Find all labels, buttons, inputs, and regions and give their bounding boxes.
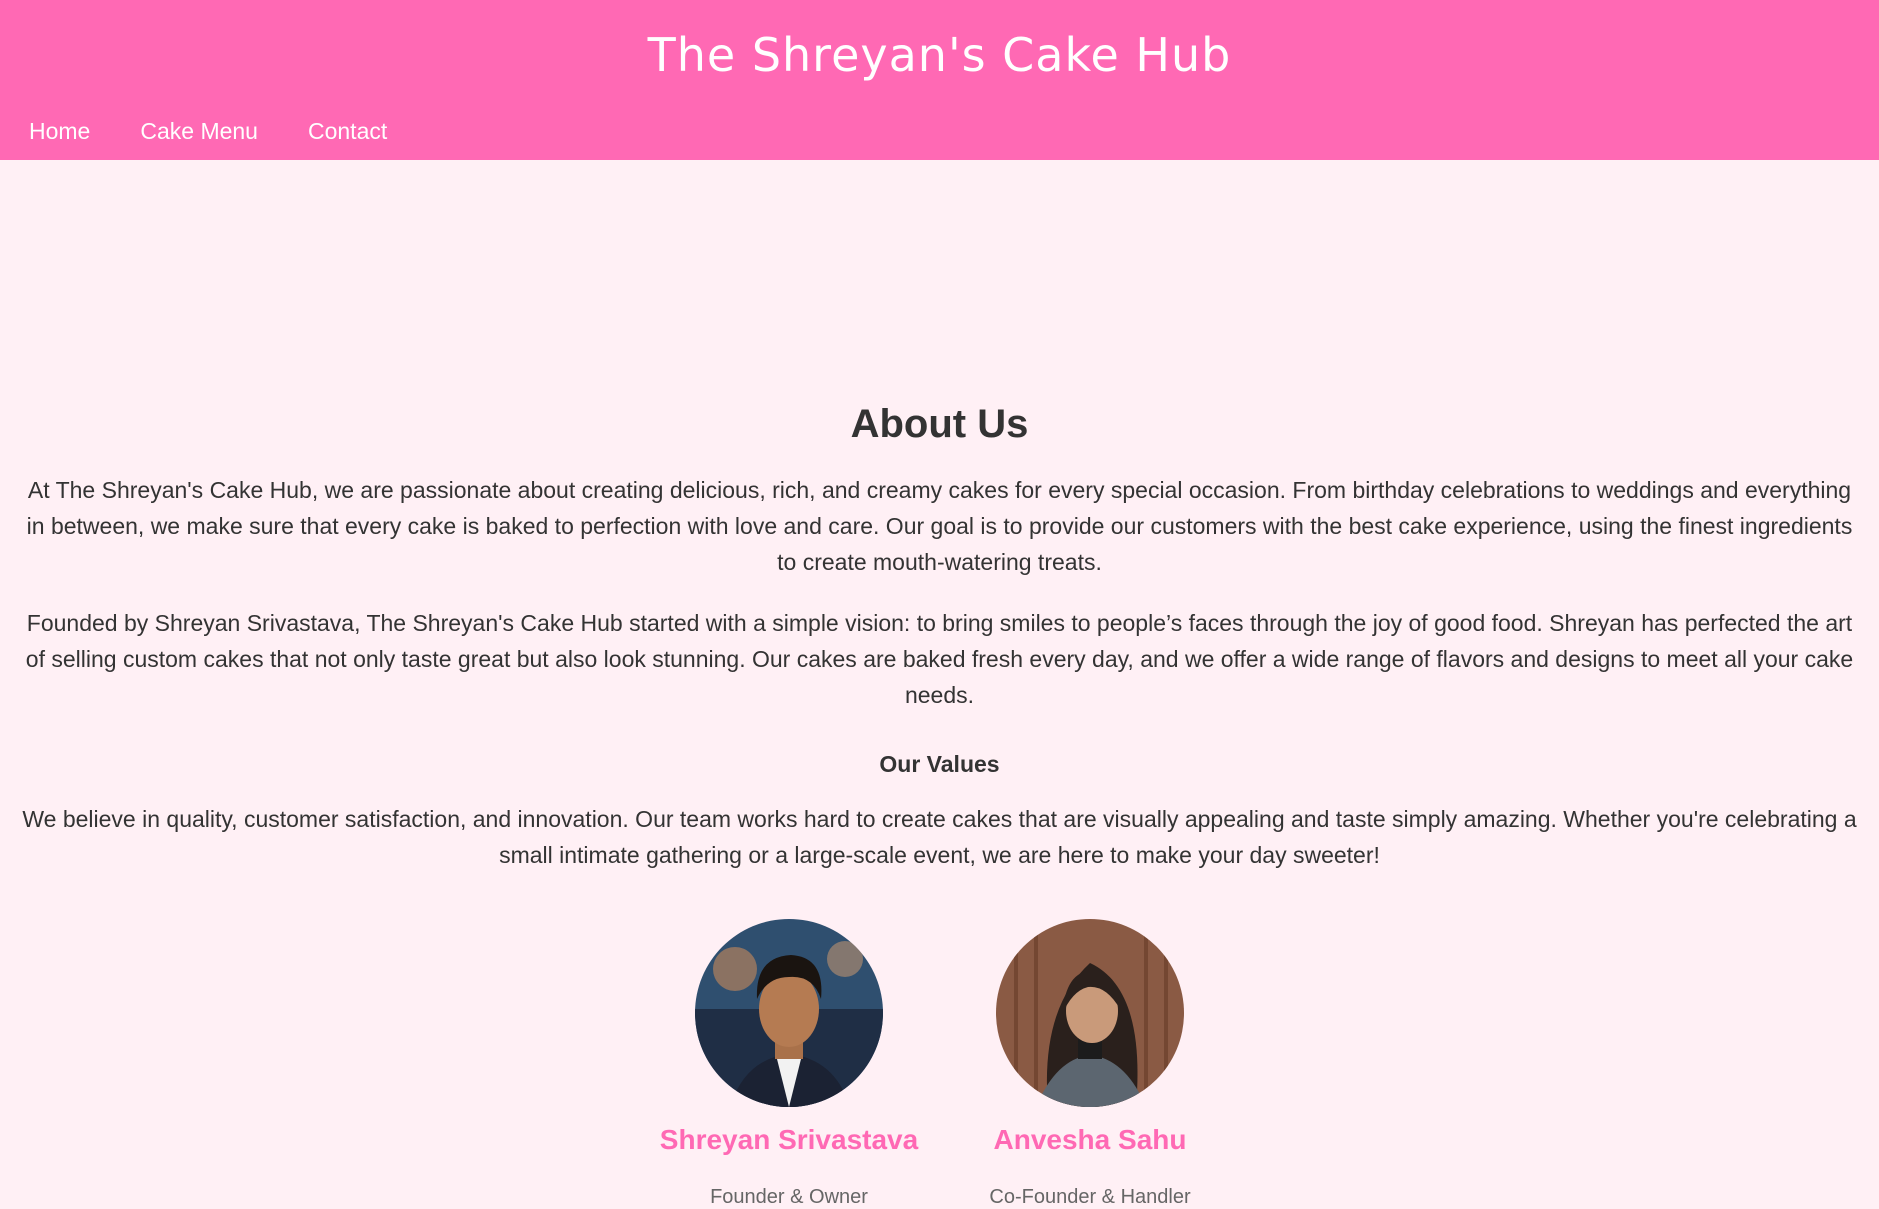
team-member-card: Anvesha Sahu Co-Founder & Handler — [958, 919, 1223, 1209]
main-nav: Home Cake Menu Contact — [29, 118, 387, 145]
about-heading: About Us — [850, 402, 1029, 446]
avatar-photo — [695, 919, 883, 1107]
about-paragraph-founder: Founded by Shreyan Srivastava, The Shrey… — [25, 610, 1854, 708]
values-heading: Our Values — [879, 751, 1000, 777]
nav-contact-link[interactable]: Contact — [308, 118, 387, 145]
values-paragraph: We believe in quality, customer satisfac… — [22, 806, 1857, 868]
about-section: About Us At The Shreyan's Cake Hub, we a… — [0, 160, 1879, 1209]
nav-cake-menu-link[interactable]: Cake Menu — [140, 118, 258, 145]
nav-home-link[interactable]: Home — [29, 118, 90, 145]
site-title: The Shreyan's Cake Hub — [647, 28, 1232, 82]
team-section: Shreyan Srivastava Founder & Owner Anves… — [18, 919, 1861, 1209]
member-name: Anvesha Sahu — [993, 1124, 1187, 1155]
about-paragraph-intro: At The Shreyan's Cake Hub, we are passio… — [26, 477, 1853, 575]
avatar-photo — [996, 919, 1184, 1107]
team-member-card: Shreyan Srivastava Founder & Owner — [657, 919, 922, 1209]
member-name: Shreyan Srivastava — [659, 1124, 919, 1155]
site-header: The Shreyan's Cake Hub Home Cake Menu Co… — [0, 0, 1879, 160]
member-role: Founder & Owner — [710, 1186, 868, 1208]
member-role: Co-Founder & Handler — [989, 1186, 1191, 1208]
